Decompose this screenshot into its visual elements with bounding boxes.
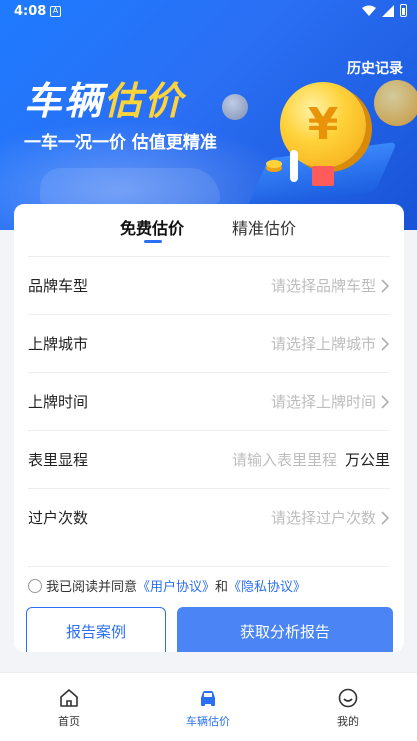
row-label: 品牌车型 — [28, 277, 89, 295]
notification-icon: A — [50, 6, 61, 17]
nav-item-mine[interactable]: 我的 — [308, 687, 388, 729]
form-row-city[interactable]: 上牌城市 请选择上牌城市 — [28, 314, 390, 372]
car-silhouette-graphic — [40, 168, 220, 204]
user-agreement-link[interactable]: 《用户协议》 — [137, 576, 215, 595]
small-coin-graphic — [222, 94, 248, 120]
agreement-checkbox[interactable] — [28, 578, 42, 593]
agreement-prefix: 我已阅读并同意 — [46, 580, 138, 595]
form-row-registration-date[interactable]: 上牌时间 请选择上牌时间 — [28, 372, 390, 430]
coin-stack-graphic — [266, 160, 282, 168]
city-placeholder: 请选择上牌城市 — [270, 335, 376, 353]
status-bar: 4:08 A — [0, 0, 417, 24]
chevron-right-icon — [381, 336, 390, 351]
row-label: 表里显程 — [28, 451, 89, 469]
row-selector[interactable]: 请选择品牌车型 — [271, 275, 390, 296]
nav-item-valuation[interactable]: 车辆估价 — [168, 687, 248, 729]
form-row-transfers[interactable]: 过户次数 请选择过户次数 — [28, 488, 390, 546]
hero-title-accent: 估价 — [104, 79, 185, 123]
smile-icon — [338, 688, 358, 708]
hero-title: 车辆估价 — [24, 70, 184, 125]
valuation-card: 免费估价 精准估价 品牌车型 请选择品牌车型 上牌城市 请选择上牌城市 上牌时间… — [14, 204, 404, 652]
row-selector[interactable]: 请选择上牌时间 — [271, 391, 390, 412]
chevron-right-icon — [381, 394, 390, 409]
mileage-input[interactable]: 请输入表里里程 — [232, 449, 337, 470]
active-tab-indicator — [144, 240, 162, 243]
hero-title-main: 车辆 — [24, 79, 105, 123]
chevron-right-icon — [381, 278, 390, 293]
far-coin-graphic — [374, 80, 417, 126]
person-graphic — [290, 150, 298, 182]
nav-label: 首页 — [58, 715, 80, 728]
tab-precise-valuation[interactable]: 精准估价 — [232, 215, 296, 239]
row-label: 过户次数 — [28, 509, 89, 527]
gift-box-graphic — [312, 166, 334, 186]
transfers-placeholder: 请选择过户次数 — [270, 509, 376, 527]
tab-free-valuation[interactable]: 免费估价 — [120, 215, 184, 239]
status-icons — [362, 4, 407, 17]
form-row-brand-model[interactable]: 品牌车型 请选择品牌车型 — [28, 256, 390, 314]
nav-label: 我的 — [337, 715, 359, 728]
row-selector[interactable]: 请选择上牌城市 — [271, 333, 390, 354]
mileage-input-group: 请输入表里里程 万公里 — [232, 449, 390, 470]
nav-item-home[interactable]: 首页 — [29, 687, 109, 729]
row-label: 上牌时间 — [28, 393, 89, 411]
home-icon — [60, 689, 78, 707]
form-row-mileage: 表里显程 请输入表里里程 万公里 — [28, 430, 390, 488]
row-label: 上牌城市 — [28, 335, 89, 353]
privacy-agreement-link[interactable]: 《隐私协议》 — [228, 576, 306, 595]
mileage-unit: 万公里 — [344, 451, 390, 469]
brand-model-placeholder: 请选择品牌车型 — [270, 277, 376, 295]
history-link[interactable]: 历史记录 — [347, 58, 403, 78]
report-case-button[interactable]: 报告案例 — [26, 607, 166, 652]
nav-label: 车辆估价 — [186, 715, 230, 728]
hero-subtitle: 一车一况一价 估值更精准 — [24, 133, 217, 153]
chevron-right-icon — [381, 510, 390, 525]
signal-icon — [382, 4, 394, 17]
bottom-nav: 首页 车辆估价 我的 — [0, 672, 417, 741]
registration-date-placeholder: 请选择上牌时间 — [270, 393, 376, 411]
status-time: 4:08 — [14, 4, 47, 19]
battery-icon — [400, 4, 407, 17]
wifi-icon — [362, 5, 376, 16]
agreement-and: 和 — [215, 580, 229, 595]
car-icon — [201, 691, 215, 706]
row-selector[interactable]: 请选择过户次数 — [271, 507, 390, 528]
get-report-button[interactable]: 获取分析报告 — [177, 607, 393, 652]
valuation-tabs: 免费估价 精准估价 — [14, 204, 404, 256]
agreement-row: 我已阅读并同意 《用户协议》 和 《隐私协议》 — [28, 566, 390, 595]
hero-banner: ¥ 车辆估价 一车一况一价 估值更精准 历史记录 — [0, 0, 417, 230]
